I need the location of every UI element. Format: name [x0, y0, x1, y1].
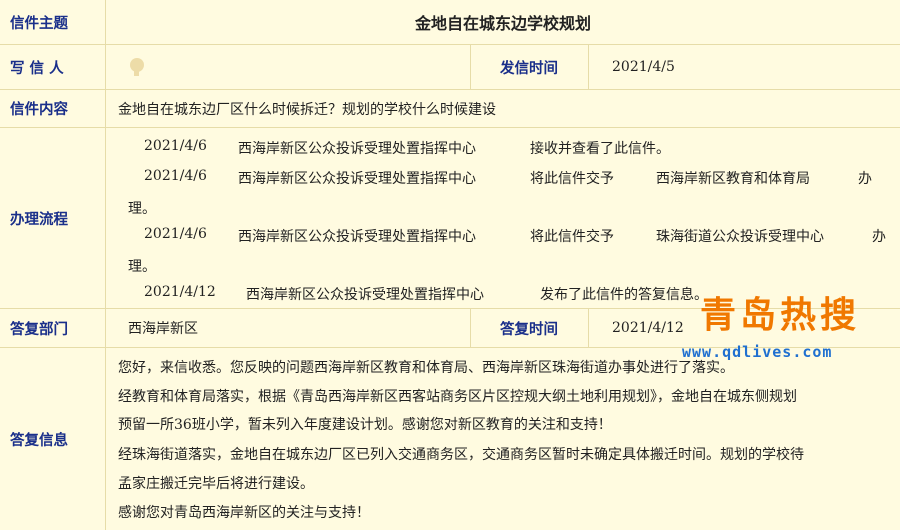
process-action: 将此信件交予 — [530, 229, 614, 245]
process-date: 2021/4/6 — [144, 168, 207, 184]
process-dept: 西海岸新区公众投诉受理处置指挥中心 — [238, 229, 476, 245]
watermark-url: www.qdlives.com — [682, 343, 833, 361]
reply-line: 孟家庄搬迁完毕后将进行建设。 — [118, 476, 314, 492]
reply-line: 经教育和体育局落实，根据《青岛西海岸新区西客站商务区片区控规大纲土地利用规划》，… — [118, 389, 797, 405]
process-dept: 西海岸新区公众投诉受理处置指挥中心 — [238, 141, 476, 157]
subject-row: 信件主题 金地自在城东边学校规划 — [0, 0, 900, 45]
process-wrap: 理。 — [128, 201, 156, 217]
letter-table: 信件主题 金地自在城东边学校规划 写 信 人 发信时间 2021/4/5 信件内… — [0, 0, 900, 530]
process-date: 2021/4/12 — [144, 284, 216, 300]
content-label: 信件内容 — [10, 101, 68, 118]
process-date: 2021/4/6 — [144, 226, 207, 242]
process-tail: 办 — [872, 229, 886, 245]
reply-line: 经珠海街道落实，金地自在城东边厂区已列入交通商务区，交通商务区暂时未确定具体搬迁… — [118, 447, 804, 463]
reply-dept-value: 西海岸新区 — [128, 321, 198, 337]
process-dept: 西海岸新区公众投诉受理处置指挥中心 — [238, 171, 476, 187]
process-dept: 西海岸新区公众投诉受理处置指挥中心 — [246, 287, 484, 303]
subject-label: 信件主题 — [10, 14, 68, 32]
process-wrap: 理。 — [128, 259, 156, 275]
reply-line: 感谢您对青岛西海岸新区的关注与支持！ — [118, 505, 370, 521]
process-target: 珠海街道公众投诉受理中心 — [656, 229, 824, 245]
process-date: 2021/4/6 — [144, 138, 207, 154]
send-time-label: 发信时间 — [500, 59, 558, 77]
reply-label: 答复信息 — [10, 431, 68, 449]
reply-time-label: 答复时间 — [500, 320, 558, 338]
writer-label: 写 信 人 — [10, 59, 64, 77]
avatar-icon — [130, 58, 144, 76]
writer-avatar — [126, 45, 166, 89]
reply-dept-label: 答复部门 — [10, 320, 68, 338]
process-line: 2021/4/6 西海岸新区公众投诉受理处置指挥中心 将此信件交予 西海岸新区教… — [144, 168, 872, 187]
process-row: 办理流程 2021/4/6 西海岸新区公众投诉受理处置指挥中心 接收并查看了此信… — [0, 128, 900, 309]
process-target: 西海岸新区教育和体育局 — [656, 171, 810, 187]
process-line: 2021/4/12 西海岸新区公众投诉受理处置指挥中心 发布了此信件的答复信息。 — [144, 284, 708, 303]
process-line: 2021/4/6 西海岸新区公众投诉受理处置指挥中心 将此信件交予 珠海街道公众… — [144, 226, 886, 245]
send-time-value: 2021/4/5 — [612, 59, 675, 75]
reply-row: 答复信息 您好，来信收悉。您反映的问题西海岸新区教育和体育局、西海岸新区珠海街道… — [0, 348, 900, 530]
process-action: 发布了此信件的答复信息。 — [540, 287, 708, 303]
content-row: 信件内容 金地自在城东边厂区什么时候拆迁？规划的学校什么时候建设 — [0, 90, 900, 128]
reply-line: 您好，来信收悉。您反映的问题西海岸新区教育和体育局、西海岸新区珠海街道办事处进行… — [118, 360, 734, 376]
content-value: 金地自在城东边厂区什么时候拆迁？规划的学校什么时候建设 — [118, 101, 496, 118]
process-action: 接收并查看了此信件。 — [530, 141, 670, 157]
subject-value: 金地自在城东边学校规划 — [414, 14, 591, 33]
process-tail: 办 — [858, 171, 872, 187]
process-action: 将此信件交予 — [530, 171, 614, 187]
writer-row: 写 信 人 发信时间 2021/4/5 — [0, 45, 900, 90]
process-label: 办理流程 — [10, 210, 68, 228]
reply-line: 预留一所36班小学，暂未列入年度建设计划。感谢您对新区教育的关注和支持！ — [118, 417, 612, 433]
watermark-title: 青岛热搜 — [700, 295, 861, 336]
process-line: 2021/4/6 西海岸新区公众投诉受理处置指挥中心 接收并查看了此信件。 — [144, 138, 670, 157]
